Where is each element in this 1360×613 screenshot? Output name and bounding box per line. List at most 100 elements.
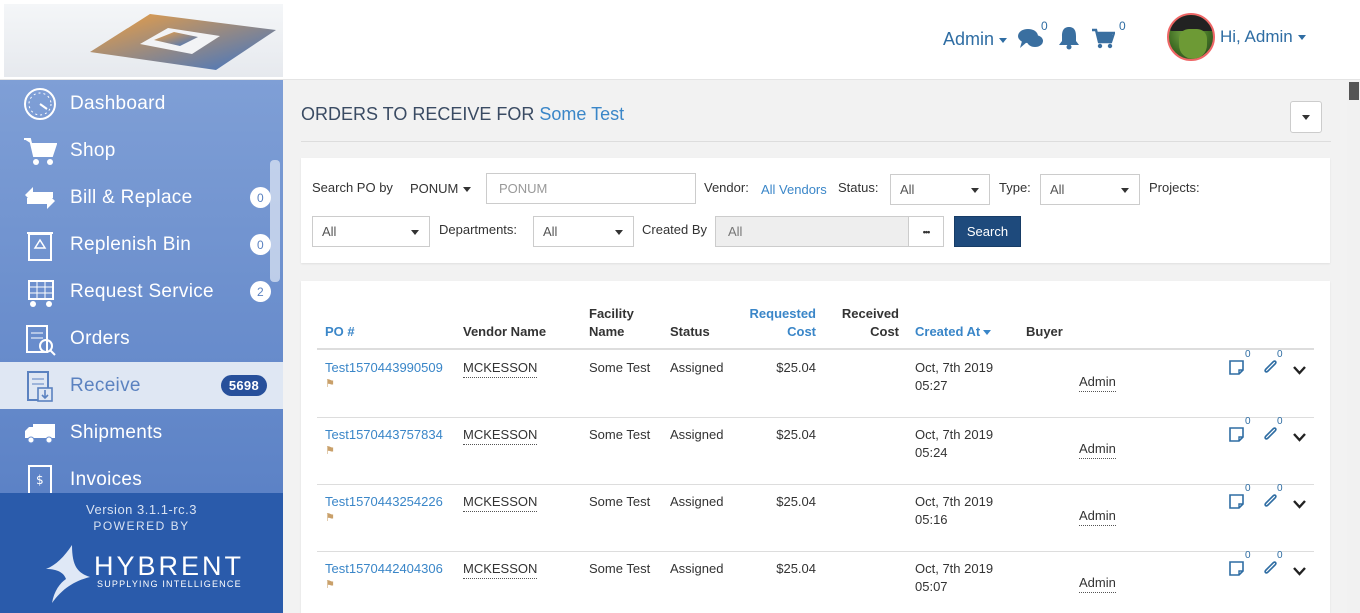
column-header-requested-cost-line1[interactable]: Requested bbox=[736, 305, 816, 323]
buyer-cell[interactable]: Admin bbox=[1079, 440, 1116, 459]
buyer-cell[interactable]: Admin bbox=[1079, 574, 1116, 593]
sidebar-item-shipments[interactable]: Shipments bbox=[0, 409, 283, 456]
page-title: ORDERS TO RECEIVE FOR Some Test bbox=[301, 104, 624, 125]
chevron-down-icon bbox=[1121, 188, 1129, 193]
receive-badge: 5698 bbox=[220, 375, 267, 396]
column-header-po[interactable]: PO # bbox=[325, 323, 355, 341]
status-cell: Assigned bbox=[670, 427, 724, 442]
type-select[interactable]: All bbox=[1040, 174, 1140, 205]
user-menu[interactable]: Hi, Admin bbox=[1220, 27, 1306, 47]
flag-icon[interactable]: ⚑ bbox=[325, 377, 335, 390]
sidebar-scrollbar[interactable] bbox=[270, 160, 280, 282]
facility-name-cell: Some Test bbox=[589, 561, 651, 576]
search-po-by-dropdown[interactable]: PONUM bbox=[410, 181, 472, 196]
row-divider bbox=[317, 551, 1314, 552]
vendor-name[interactable]: MCKESSON bbox=[463, 493, 538, 512]
departments-label: Departments: bbox=[439, 222, 518, 237]
column-header-vendor: Vendor Name bbox=[463, 324, 547, 339]
chevron-down-icon bbox=[999, 37, 1008, 43]
po-number-link[interactable]: Test1570443757834 bbox=[325, 426, 443, 444]
shopping-cart-icon[interactable] bbox=[1091, 28, 1116, 55]
po-search-input[interactable]: PONUM bbox=[486, 173, 696, 204]
projects-select[interactable]: All bbox=[312, 216, 430, 247]
created-by-picker-button[interactable]: ••• bbox=[908, 216, 944, 247]
chevron-down-icon[interactable] bbox=[1293, 362, 1306, 380]
sidebar-item-receive[interactable]: Receive 5698 bbox=[0, 362, 283, 409]
filter-panel: Search PO by PONUM PONUM Vendor: All Ven… bbox=[301, 158, 1330, 263]
svg-text:$: $ bbox=[36, 473, 44, 487]
chevron-down-icon bbox=[411, 230, 419, 235]
ellipsis-icon: ••• bbox=[922, 226, 931, 237]
replenish-bin-badge: 0 bbox=[250, 234, 271, 255]
status-select-value: All bbox=[900, 182, 915, 197]
sidebar-item-label: Invoices bbox=[70, 468, 143, 490]
bell-icon[interactable] bbox=[1058, 26, 1080, 55]
notes-icon[interactable] bbox=[1228, 359, 1245, 381]
chevron-down-icon[interactable] bbox=[1293, 429, 1306, 447]
buyer-cell[interactable]: Admin bbox=[1079, 373, 1116, 392]
column-header-created-at[interactable]: Created At bbox=[915, 323, 992, 341]
chevron-down-icon bbox=[463, 187, 472, 193]
column-header-buyer: Buyer bbox=[1026, 324, 1063, 339]
page-scrollbar[interactable] bbox=[1347, 80, 1360, 613]
search-button[interactable]: Search bbox=[954, 216, 1021, 247]
admin-role-menu[interactable]: Admin bbox=[943, 29, 1008, 50]
app-logo[interactable] bbox=[4, 4, 283, 77]
paperclip-icon[interactable] bbox=[1263, 560, 1278, 582]
sidebar-item-orders[interactable]: Orders bbox=[0, 315, 283, 362]
sidebar-item-request-service[interactable]: Request Service 2 bbox=[0, 268, 283, 315]
notes-icon[interactable] bbox=[1228, 426, 1245, 448]
attachments-count: 0 bbox=[1277, 483, 1283, 494]
vendor-filter-link[interactable]: All Vendors bbox=[761, 182, 827, 197]
user-avatar[interactable] bbox=[1167, 13, 1215, 61]
sidebar-item-replenish-bin[interactable]: Replenish Bin 0 bbox=[0, 221, 283, 268]
sidebar: Dashboard Shop Bill & Replace 0 Replenis… bbox=[0, 80, 283, 493]
sidebar-item-invoices[interactable]: $ Invoices bbox=[0, 456, 283, 493]
title-divider bbox=[301, 141, 1331, 142]
notes-icon[interactable] bbox=[1228, 493, 1245, 515]
projects-label: Projects: bbox=[1149, 180, 1200, 195]
departments-select[interactable]: All bbox=[533, 216, 634, 247]
vendor-label: Vendor: bbox=[704, 180, 749, 195]
paperclip-icon[interactable] bbox=[1263, 426, 1278, 448]
vendor-name[interactable]: MCKESSON bbox=[463, 426, 538, 445]
po-number-link[interactable]: Test1570442404306 bbox=[325, 560, 443, 578]
user-greeting: Hi, Admin bbox=[1220, 27, 1293, 46]
sidebar-item-label: Shipments bbox=[70, 421, 163, 443]
facility-name[interactable]: Some Test bbox=[539, 104, 624, 124]
flag-icon[interactable]: ⚑ bbox=[325, 511, 335, 524]
column-header-received-cost-line2: Cost bbox=[870, 324, 899, 339]
type-select-value: All bbox=[1050, 182, 1065, 197]
notes-icon[interactable] bbox=[1228, 560, 1245, 582]
vendor-name[interactable]: MCKESSON bbox=[463, 560, 538, 579]
flag-icon[interactable]: ⚑ bbox=[325, 444, 335, 457]
chevron-down-icon bbox=[971, 188, 979, 193]
paperclip-icon[interactable] bbox=[1263, 493, 1278, 515]
scrollbar-thumb[interactable] bbox=[1349, 82, 1359, 100]
sidebar-item-shop[interactable]: Shop bbox=[0, 127, 283, 174]
chevron-down-icon[interactable] bbox=[1293, 563, 1306, 581]
sidebar-item-dashboard[interactable]: Dashboard bbox=[0, 80, 283, 127]
sidebar-item-label: Request Service bbox=[70, 280, 214, 302]
requested-cost-cell: $25.04 bbox=[776, 494, 816, 509]
vendor-name[interactable]: MCKESSON bbox=[463, 359, 538, 378]
status-select[interactable]: All bbox=[890, 174, 990, 205]
type-label: Type: bbox=[999, 180, 1031, 195]
buyer-cell[interactable]: Admin bbox=[1079, 507, 1116, 526]
header-divider bbox=[317, 348, 1314, 350]
created-by-input[interactable]: All bbox=[715, 216, 909, 247]
sidebar-item-bill-replace[interactable]: Bill & Replace 0 bbox=[0, 174, 283, 221]
created-date-cell: Oct, 7th 2019 bbox=[915, 494, 994, 509]
po-number-link[interactable]: Test1570443990509 bbox=[325, 359, 443, 377]
attachments-count: 0 bbox=[1277, 416, 1283, 427]
sidebar-item-label: Dashboard bbox=[70, 92, 166, 114]
page-options-dropdown[interactable] bbox=[1290, 101, 1322, 133]
requested-cost-cell: $25.04 bbox=[776, 561, 816, 576]
po-number-link[interactable]: Test1570443254226 bbox=[325, 493, 443, 511]
status-label: Status: bbox=[838, 180, 879, 195]
chevron-down-icon[interactable] bbox=[1293, 496, 1306, 514]
column-header-requested-cost-line2[interactable]: Cost bbox=[736, 323, 816, 341]
sidebar-footer: Version 3.1.1-rc.3 POWERED BY HYBRENT SU… bbox=[0, 493, 283, 613]
paperclip-icon[interactable] bbox=[1263, 359, 1278, 381]
flag-icon[interactable]: ⚑ bbox=[325, 578, 335, 591]
